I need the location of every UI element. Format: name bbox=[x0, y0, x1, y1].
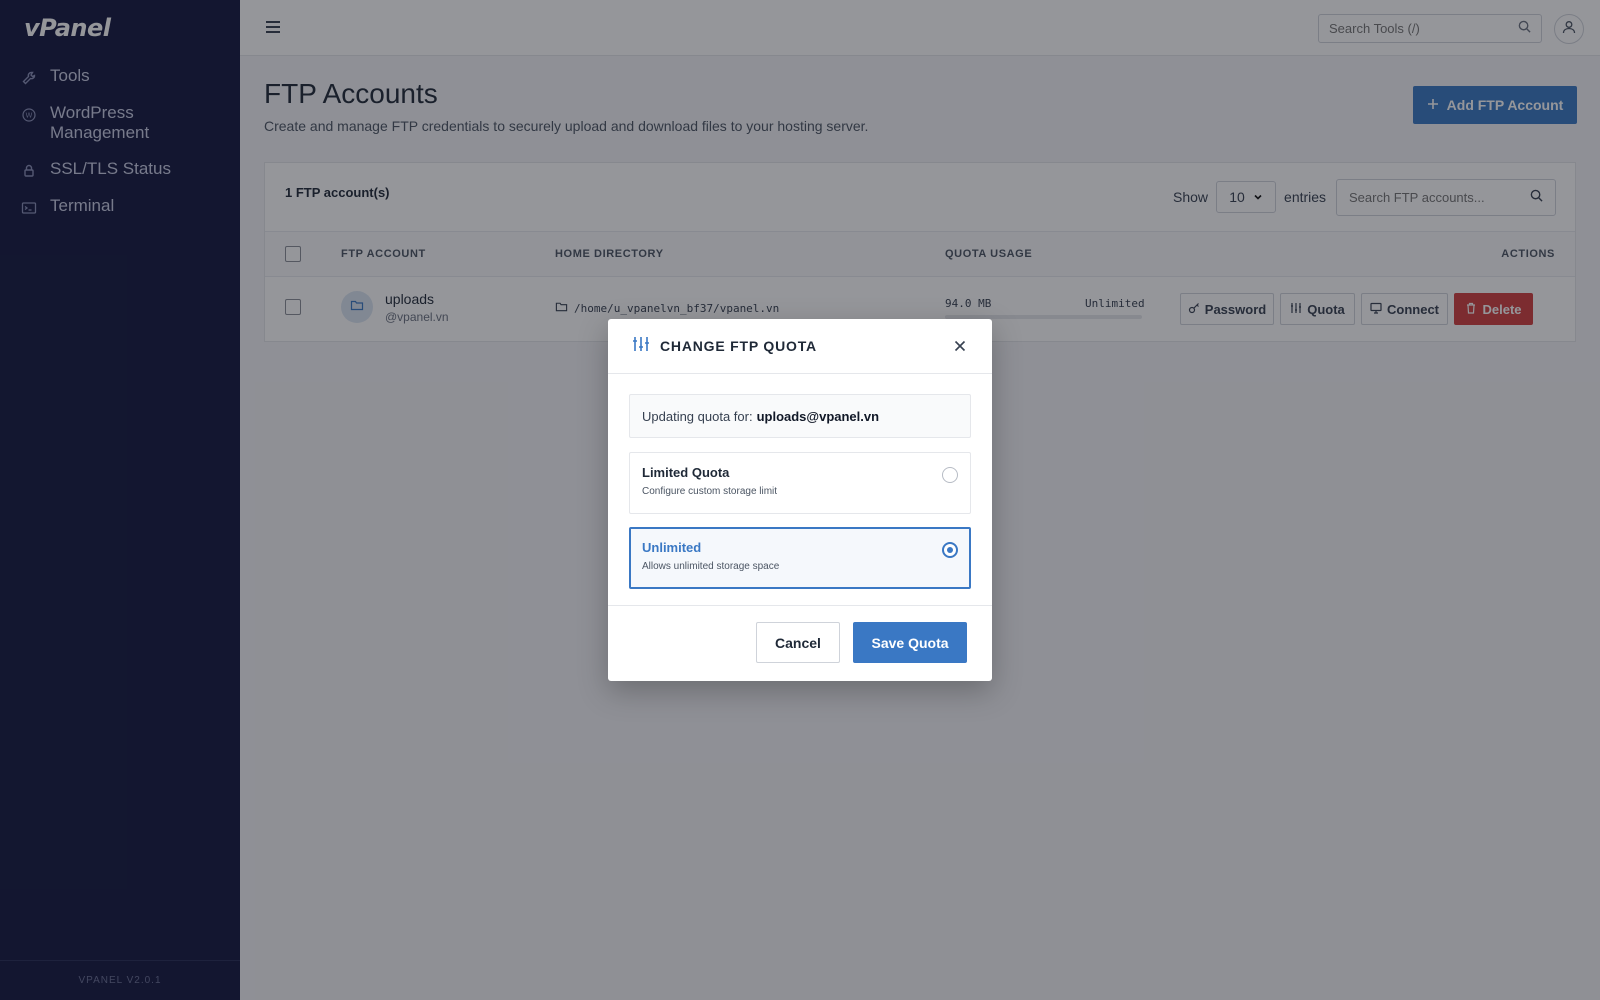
option-title: Limited Quota bbox=[642, 465, 730, 480]
option-description: Configure custom storage limit bbox=[642, 486, 778, 497]
info-account: uploads@vpanel.vn bbox=[756, 408, 880, 424]
unlimited-quota-radio[interactable] bbox=[942, 542, 958, 558]
info-prefix: Updating quota for: bbox=[642, 408, 753, 424]
option-title: Unlimited bbox=[642, 540, 702, 555]
close-icon[interactable] bbox=[952, 338, 968, 354]
radio-selected-dot bbox=[947, 547, 953, 553]
modal-title: CHANGE FTP QUOTA bbox=[660, 338, 817, 354]
modal-header: CHANGE FTP QUOTA bbox=[608, 319, 992, 374]
limited-quota-radio[interactable] bbox=[942, 467, 958, 483]
quota-target-info: Updating quota for: uploads@vpanel.vn bbox=[629, 394, 971, 438]
change-quota-modal: CHANGE FTP QUOTA Updating quota for: upl… bbox=[608, 319, 992, 681]
limited-quota-option[interactable]: Limited Quota Configure custom storage l… bbox=[629, 452, 971, 514]
option-description: Allows unlimited storage space bbox=[642, 561, 780, 572]
save-quota-button[interactable]: Save Quota bbox=[853, 622, 967, 663]
unlimited-quota-option[interactable]: Unlimited Allows unlimited storage space bbox=[629, 527, 971, 589]
modal-footer: Cancel Save Quota bbox=[608, 605, 992, 681]
sliders-icon bbox=[632, 335, 650, 358]
cancel-button[interactable]: Cancel bbox=[756, 622, 840, 663]
